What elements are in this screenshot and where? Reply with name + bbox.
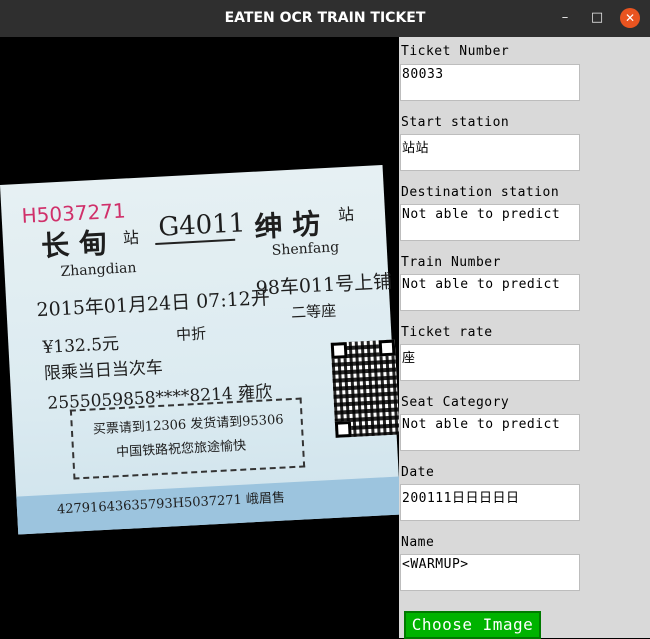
minimize-icon[interactable]: – (555, 8, 575, 28)
ticket-rate-field[interactable]: 座 (400, 344, 580, 381)
seat-category-label: Seat Category (401, 395, 510, 410)
ticket-from-station: 长 甸 (40, 226, 108, 263)
ticket-car-seat: 98车011号上铺 (255, 270, 393, 300)
title-bar[interactable]: EATEN OCR TRAIN TICKET – □ ✕ (0, 0, 650, 37)
ticket-discount: 中折 (175, 324, 207, 344)
ticket-image-preview: H5037271 长 甸 站 Zhangdian G4011 绅 坊 站 She… (0, 37, 399, 638)
ticket-from-suffix: 站 (122, 227, 140, 248)
ticket-seat-class: 二等座 (290, 301, 337, 322)
start-station-label: Start station (401, 115, 510, 130)
qr-corner-bottom-left (334, 420, 352, 438)
results-panel: Ticket Number 80033 Start station 站站 Des… (399, 37, 650, 639)
qr-corner-top-right (378, 339, 396, 357)
ticket-photo: H5037271 长 甸 站 Zhangdian G4011 绅 坊 站 She… (0, 164, 399, 535)
ticket-date-line: 2015年01月24日 07:12开 (36, 287, 271, 322)
qr-code-image (330, 339, 399, 438)
ticket-rate-label: Ticket rate (401, 325, 493, 340)
date-label: Date (401, 465, 435, 480)
qr-corner-top-left (330, 342, 348, 359)
ticket-number-field[interactable]: 80033 (400, 64, 580, 101)
maximize-icon[interactable]: □ (587, 8, 607, 28)
close-icon[interactable]: ✕ (620, 8, 640, 28)
ticket-from-pinyin: Zhangdian (60, 259, 137, 280)
start-station-field[interactable]: 站站 (400, 134, 580, 171)
train-number-field[interactable]: Not able to predict (400, 274, 580, 311)
date-field[interactable]: 200111日日日日日 (400, 484, 580, 521)
window-title: EATEN OCR TRAIN TICKET (224, 10, 426, 26)
ticket-to-station: 绅 坊 (253, 207, 322, 244)
name-label: Name (401, 535, 435, 550)
ticket-validity: 限乘当日当次车 (43, 357, 164, 384)
destination-station-label: Destination station (401, 185, 560, 200)
train-number-label: Train Number (401, 255, 501, 270)
ticket-to-pinyin: Shenfang (271, 239, 340, 259)
seat-category-field[interactable]: Not able to predict (400, 414, 580, 451)
ticket-number-label: Ticket Number (401, 44, 510, 59)
ticket-train-number: G4011 (157, 208, 247, 243)
name-field[interactable]: <WARMUP> (400, 554, 580, 591)
choose-image-button[interactable]: Choose Image (404, 611, 541, 639)
ticket-price: ¥132.5元 (42, 334, 120, 358)
app-window: EATEN OCR TRAIN TICKET – □ ✕ H5037271 长 … (0, 0, 650, 639)
destination-station-field[interactable]: Not able to predict (400, 204, 580, 241)
ticket-to-suffix: 站 (337, 204, 355, 225)
